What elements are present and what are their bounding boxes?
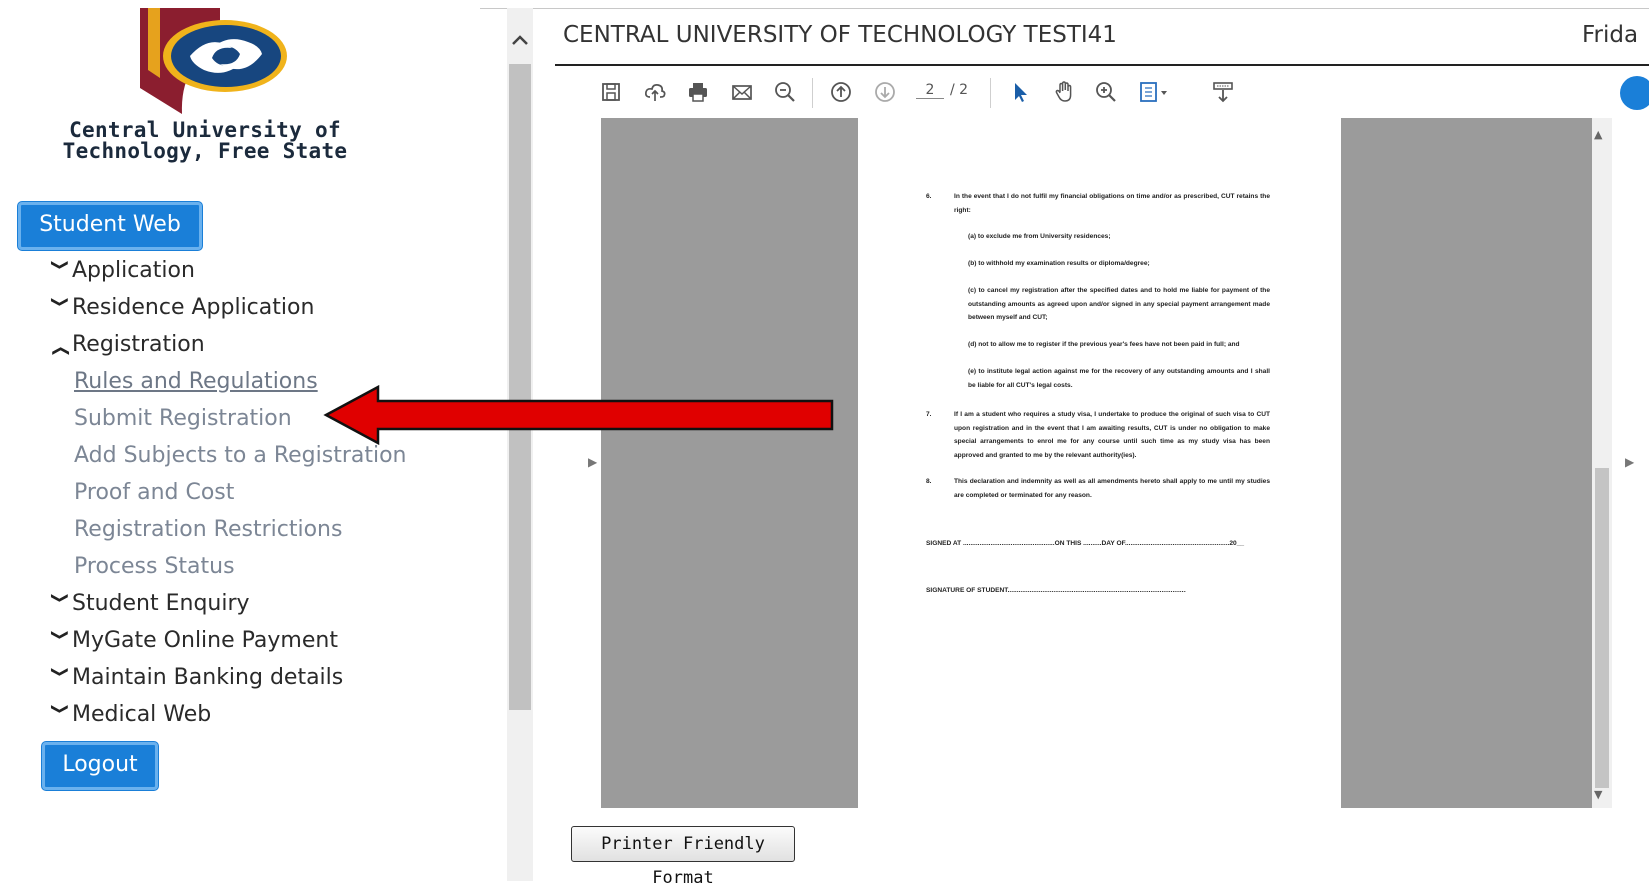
print-icon[interactable]	[684, 78, 712, 106]
chevron-down-icon: ❯	[50, 629, 70, 641]
clause-number: 8.	[926, 478, 932, 485]
nav-item-student-enquiry[interactable]: ❯ Student Enquiry	[48, 589, 250, 619]
link-add-subjects[interactable]: Add Subjects to a Registration	[74, 441, 407, 471]
logout-button[interactable]: Logout	[42, 742, 158, 790]
signature-line: SIGNATURE OF STUDENT....................…	[926, 587, 1186, 594]
expand-right-icon[interactable]: ▶	[1625, 455, 1634, 469]
nav-label: Application	[72, 258, 195, 283]
nav-label: Registration	[72, 332, 205, 357]
expand-left-icon[interactable]: ▶	[588, 455, 597, 469]
pdf-scroll-thumb[interactable]	[1595, 468, 1609, 788]
download-icon[interactable]	[1209, 78, 1237, 106]
page-number-input[interactable]: 2	[916, 82, 944, 99]
chevron-up-icon: ❯	[50, 345, 70, 357]
clause-text: If I am a student who requires a study v…	[954, 411, 1270, 459]
pdf-scroll-down-icon[interactable]: ▼	[1594, 788, 1602, 801]
cut-logo	[140, 8, 287, 114]
signed-at-line: SIGNED AT ..............................…	[926, 540, 1245, 547]
pdf-page: 6. In the event that I do not fulfil my …	[858, 118, 1341, 808]
student-web-button[interactable]: Student Web	[18, 202, 202, 250]
nav-label: Student Enquiry	[72, 591, 250, 616]
clause-sub-a: (a) to exclude me from University reside…	[968, 233, 1111, 240]
nav-label: Residence Application	[72, 295, 315, 320]
chevron-down-icon: ❯	[50, 666, 70, 678]
logo-text-line2: Technology, Free State	[62, 139, 348, 163]
clause-sub-c: (c) to cancel my registration after the …	[968, 287, 1270, 321]
page-title: CENTRAL UNIVERSITY OF TECHNOLOGY TESTI41	[563, 22, 1117, 48]
clause-number: 7.	[926, 411, 932, 418]
fit-page-icon[interactable]	[1136, 78, 1172, 106]
clause-sub-b: (b) to withhold my examination results o…	[968, 260, 1150, 267]
page-down-icon[interactable]	[871, 78, 899, 106]
nav-label: Maintain Banking details	[72, 665, 344, 690]
clause-text: This declaration and indemnity as well a…	[954, 478, 1270, 499]
nav-item-medical-web[interactable]: ❯ Medical Web	[48, 700, 211, 730]
chevron-down-icon: ❯	[50, 296, 70, 308]
link-submit-registration[interactable]: Submit Registration	[74, 404, 292, 434]
upload-icon[interactable]	[641, 78, 669, 106]
page-up-icon[interactable]	[827, 78, 855, 106]
nav-item-banking-details[interactable]: ❯ Maintain Banking details	[48, 663, 343, 693]
chevron-down-icon: ❯	[50, 703, 70, 715]
zoom-in-icon[interactable]	[1092, 78, 1120, 106]
page-total: / 2	[950, 82, 969, 98]
clause-sub-d: (d) not to allow me to register if the p…	[968, 341, 1240, 348]
nav-item-residence-application[interactable]: ❯ Residence Application	[48, 293, 314, 323]
chevron-down-icon: ❯	[50, 592, 70, 604]
link-registration-restrictions[interactable]: Registration Restrictions	[74, 515, 342, 545]
red-arrow-annotation	[323, 385, 834, 445]
pdf-scroll-up-icon[interactable]: ▲	[1594, 128, 1602, 141]
zoom-out-icon[interactable]	[771, 78, 799, 106]
scroll-up-icon[interactable]	[507, 30, 533, 60]
save-icon[interactable]	[597, 78, 625, 106]
nav-item-mygate-payment[interactable]: ❯ MyGate Online Payment	[48, 626, 338, 656]
printer-friendly-button[interactable]: Printer Friendly Format	[571, 826, 795, 888]
nav-item-registration[interactable]: ❯ Registration	[48, 330, 205, 360]
clause-number: 6.	[926, 193, 932, 200]
link-process-status[interactable]: Process Status	[74, 552, 235, 582]
header-divider	[555, 64, 1649, 66]
link-rules-and-regulations[interactable]: Rules and Regulations	[74, 367, 318, 397]
select-cursor-icon[interactable]	[1006, 78, 1034, 106]
clause-sub-e: (e) to institute legal action against me…	[968, 368, 1270, 389]
account-icon[interactable]	[1620, 76, 1649, 110]
toolbar-separator	[990, 78, 991, 108]
logo-text-line1: Central University of	[69, 118, 341, 142]
nav-label: MyGate Online Payment	[72, 628, 338, 653]
hand-icon[interactable]	[1050, 78, 1078, 106]
toolbar-separator	[812, 78, 813, 108]
header-date: Frida	[1582, 22, 1639, 48]
chevron-down-icon: ❯	[50, 259, 70, 271]
clause-text: In the event that I do not fulfil my fin…	[954, 193, 1270, 214]
mail-icon[interactable]	[728, 78, 756, 106]
nav-label: Medical Web	[72, 702, 212, 727]
nav-item-application[interactable]: ❯ Application	[48, 256, 195, 286]
link-proof-and-cost[interactable]: Proof and Cost	[74, 478, 234, 508]
